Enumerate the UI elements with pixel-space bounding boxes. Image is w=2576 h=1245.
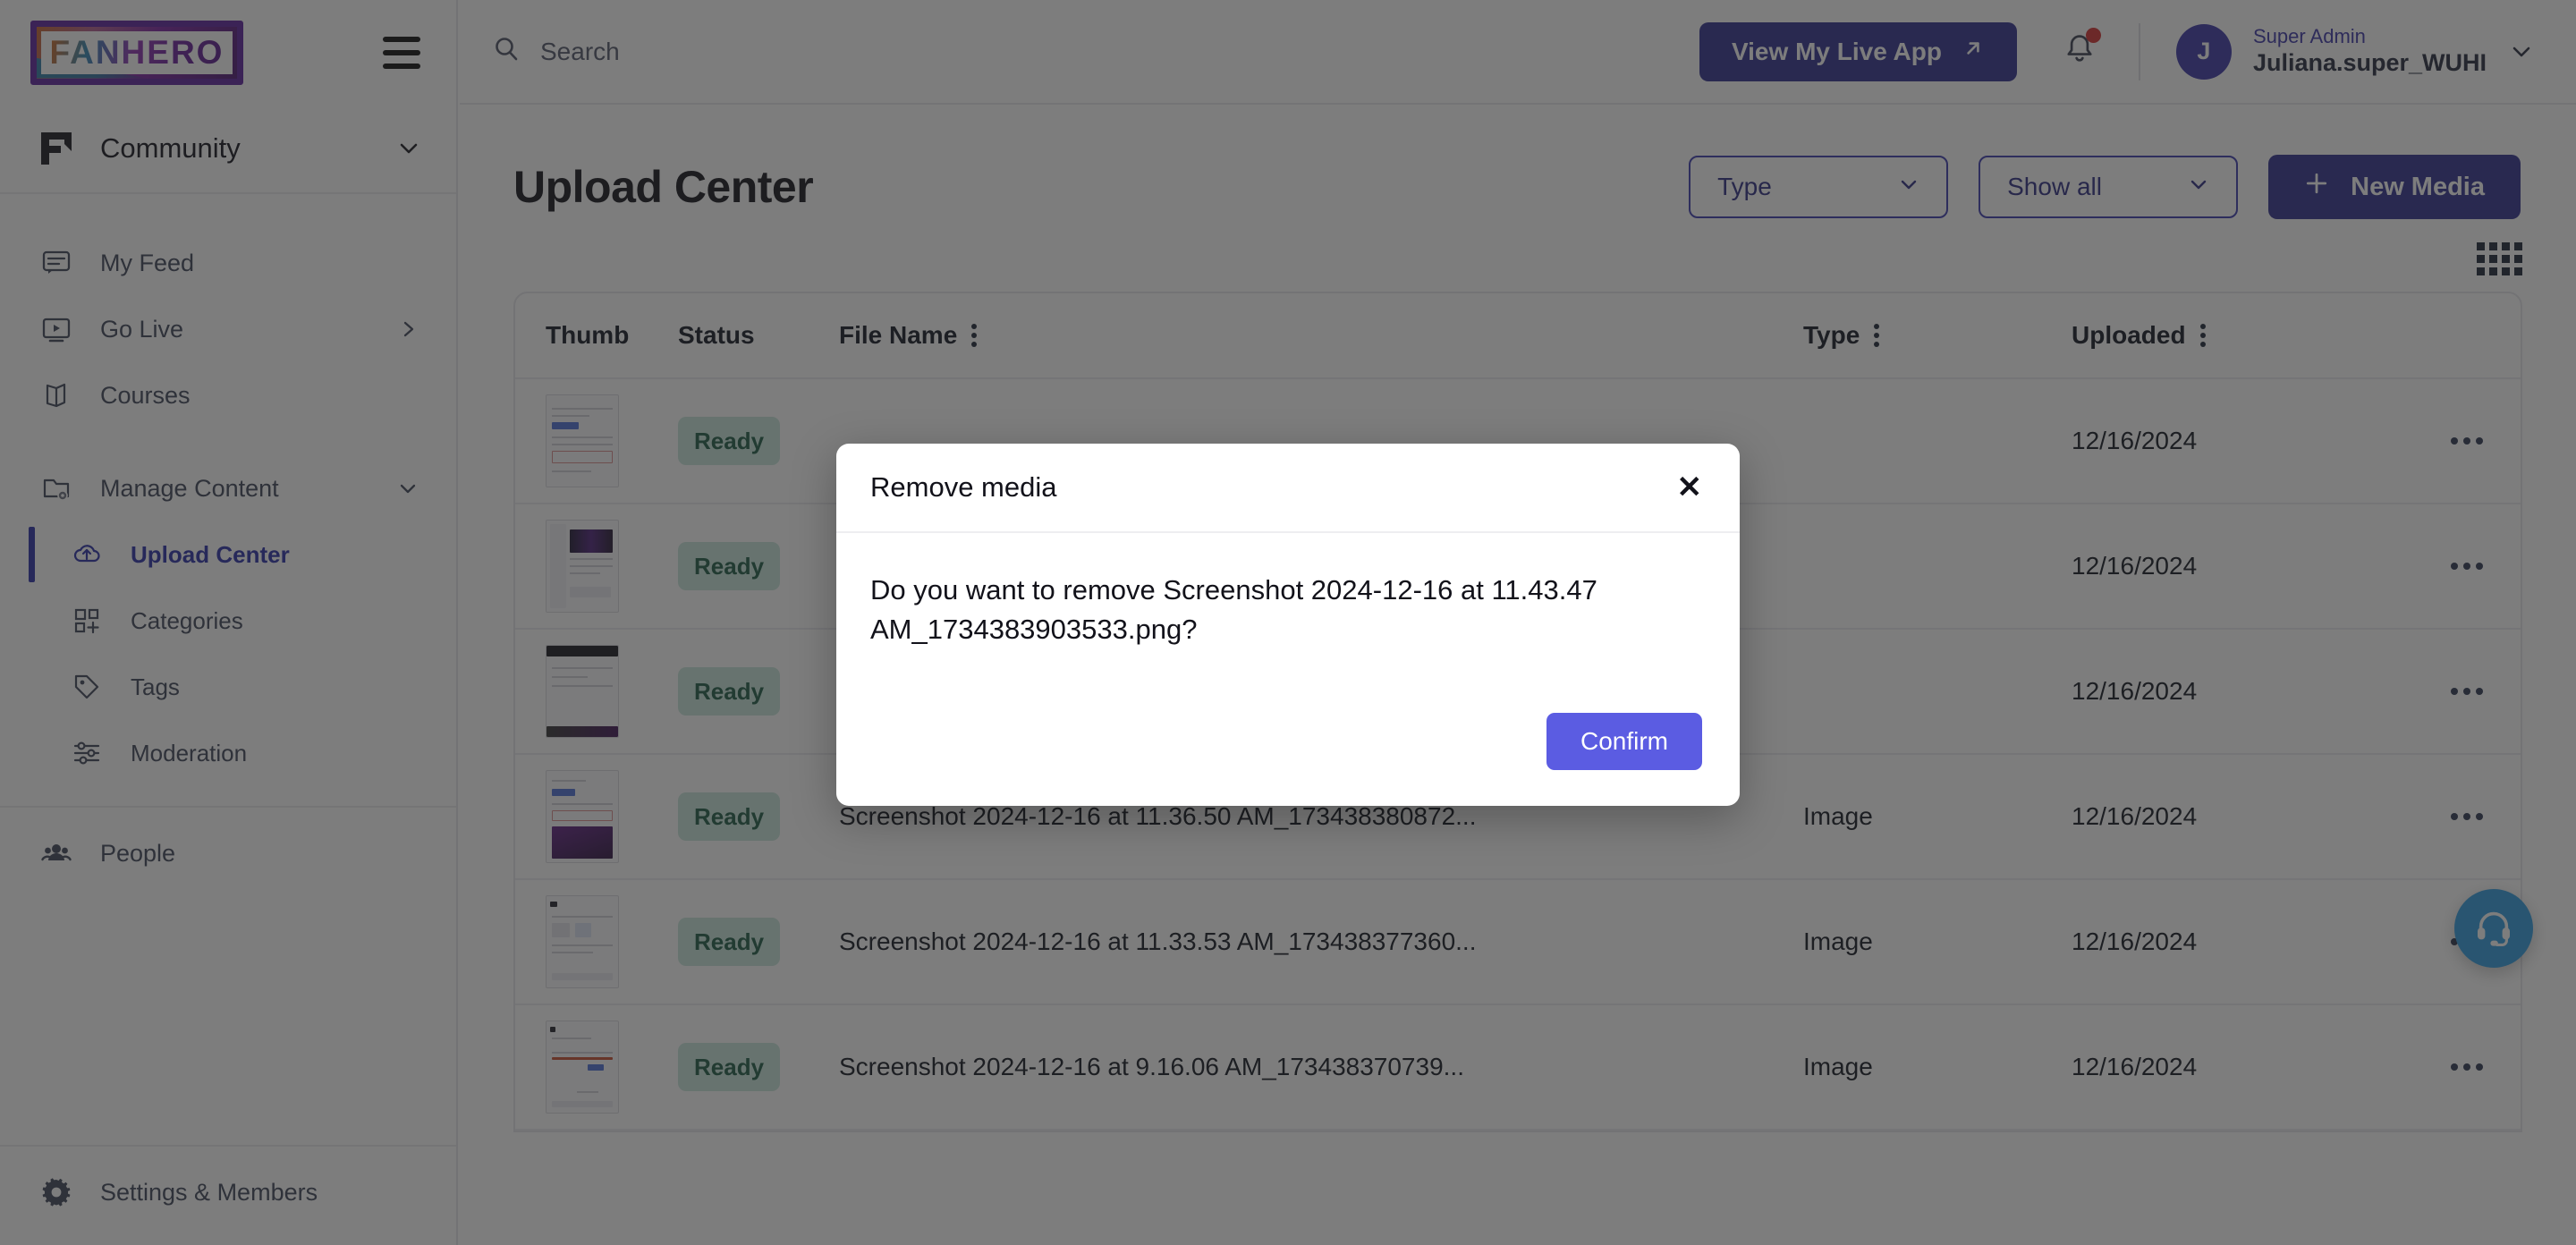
close-icon[interactable]: ✕ [1677, 472, 1703, 503]
modal-body: Do you want to remove Screenshot 2024-12… [836, 533, 1740, 713]
modal-title: Remove media [870, 471, 1057, 503]
confirm-button[interactable]: Confirm [1546, 713, 1702, 770]
modal-header: Remove media ✕ [836, 444, 1740, 533]
modal-footer: Confirm [836, 713, 1740, 806]
remove-media-modal: Remove media ✕ Do you want to remove Scr… [836, 444, 1740, 806]
modal-message: Do you want to remove Screenshot 2024-12… [870, 574, 1597, 646]
app-root: FANHERO Community [0, 0, 2576, 1245]
